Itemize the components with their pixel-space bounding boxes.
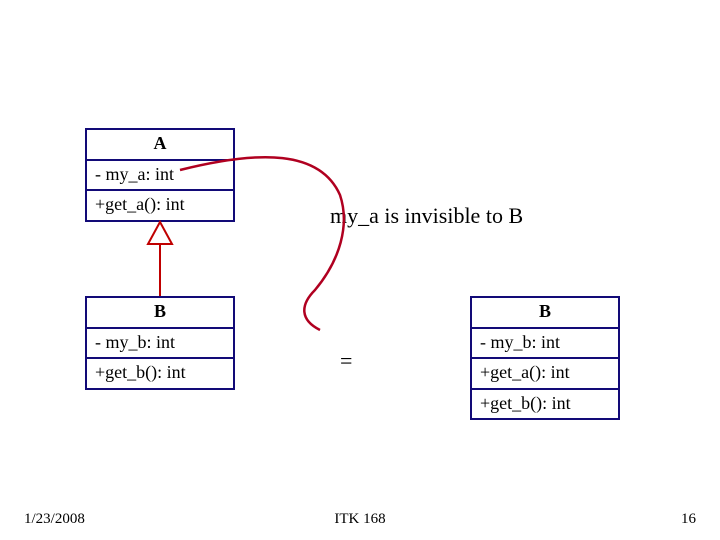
footer-course: ITK 168 — [334, 511, 385, 528]
class-b-left-operation: +get_b(): int — [87, 357, 233, 388]
class-a-name: A — [87, 130, 233, 159]
class-a-operation: +get_a(): int — [87, 189, 233, 220]
uml-class-a: A - my_a: int +get_a(): int — [85, 128, 235, 222]
class-b-left-attribute: - my_b: int — [87, 327, 233, 358]
inheritance-arrow — [148, 222, 172, 296]
class-b-right-op1: +get_a(): int — [472, 357, 618, 388]
connectors-overlay — [0, 0, 720, 540]
class-b-right-name: B — [472, 298, 618, 327]
footer-date: 1/23/2008 — [24, 511, 85, 528]
class-b-left-name: B — [87, 298, 233, 327]
class-a-attribute: - my_a: int — [87, 159, 233, 190]
class-b-right-attribute: - my_b: int — [472, 327, 618, 358]
equals-sign: = — [340, 348, 352, 374]
uml-class-b-right: B - my_b: int +get_a(): int +get_b(): in… — [470, 296, 620, 420]
footer-slide: 16 — [681, 511, 696, 528]
uml-class-b-left: B - my_b: int +get_b(): int — [85, 296, 235, 390]
class-b-right-op2: +get_b(): int — [472, 388, 618, 419]
note-my-a-invisible: my_a is invisible to B — [330, 203, 523, 229]
